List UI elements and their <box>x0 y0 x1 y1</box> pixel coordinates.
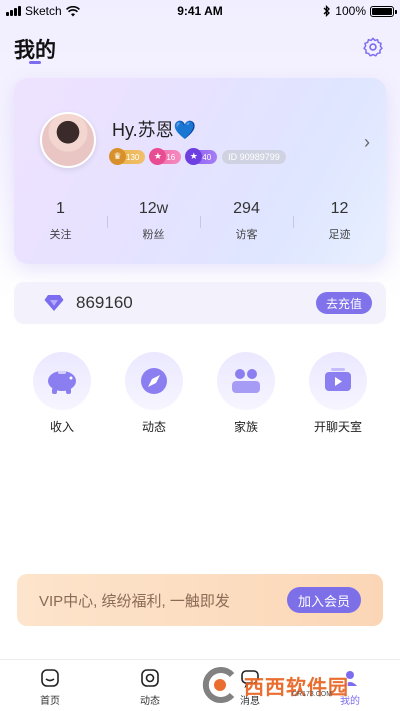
battery-icon <box>370 5 397 17</box>
diamond-balance: 869160 <box>76 293 133 312</box>
badge-value: 40 <box>202 152 212 162</box>
stat-fans[interactable]: 12w 粉丝 <box>107 200 200 242</box>
func-label: 收入 <box>49 420 74 434</box>
recharge-button[interactable]: 去充值 <box>315 292 372 314</box>
vip-level-badge: ★ 40 <box>185 148 218 165</box>
vip-text: VIP中心, 缤纷福利, 一触即发 <box>39 592 230 610</box>
income-entry[interactable]: 收入 <box>16 352 108 435</box>
star-icon: ★ <box>149 148 167 165</box>
tab-label: 首页 <box>40 696 60 707</box>
carrier-label: Sketch <box>25 4 62 18</box>
stat-footprints[interactable]: 12 足迹 <box>293 200 386 242</box>
join-vip-button[interactable]: 加入会员 <box>286 587 361 613</box>
username: Hy.苏恩💙 <box>112 120 197 140</box>
settings-gear-icon[interactable] <box>362 36 384 58</box>
open-chatroom-entry[interactable]: 开聊天室 <box>292 352 384 435</box>
stat-label: 访客 <box>235 229 258 241</box>
func-icon-bg <box>309 352 367 410</box>
crown-icon: ♛ <box>109 148 126 165</box>
stat-label: 关注 <box>49 229 72 241</box>
compass-icon <box>141 368 167 394</box>
stats-row: 1 关注 12w 粉丝 294 访客 12 足迹 <box>14 200 386 242</box>
tab-home[interactable]: 首页 <box>0 660 100 711</box>
signal-icon <box>6 6 21 16</box>
moments-icon <box>141 669 159 687</box>
stat-value: 1 <box>56 200 65 217</box>
wallet-bar: 869160 去充值 <box>14 282 386 324</box>
vip-banner[interactable]: VIP中心, 缤纷福利, 一触即发 加入会员 <box>17 574 383 626</box>
star-icon: ★ <box>185 148 203 165</box>
piggy-bank-icon <box>48 371 76 394</box>
func-icon-bg <box>125 352 183 410</box>
cr173-logo-icon <box>202 667 235 703</box>
status-left: Sketch <box>6 4 80 18</box>
wealth-level-badge: ♛ 130 <box>109 148 146 165</box>
wifi-icon <box>65 5 80 16</box>
watermark: 西西软件园 CR173.COM <box>200 664 390 706</box>
tab-moments[interactable]: 动态 <box>100 660 200 711</box>
stat-value: 12w <box>138 200 169 217</box>
battery-level <box>372 7 392 15</box>
title-indicator <box>29 61 41 64</box>
func-icon-bg <box>217 352 275 410</box>
badge-value: 130 <box>126 152 140 162</box>
chat-room-icon <box>325 368 351 391</box>
home-icon <box>41 669 59 687</box>
bluetooth-icon <box>323 5 331 17</box>
family-icon <box>232 369 260 393</box>
badge-row: ♛ 130 ★ 16 ★ 40 ID 90989799 <box>109 148 286 165</box>
battery-percent: 100% <box>335 4 366 18</box>
func-label: 开聊天室 <box>313 420 362 434</box>
tab-label: 动态 <box>140 696 160 707</box>
stat-value: 12 <box>330 200 349 217</box>
chevron-right-icon[interactable]: › <box>364 132 370 153</box>
func-label: 家族 <box>233 420 258 434</box>
status-bar: Sketch 9:41 AM 100% <box>0 0 400 22</box>
func-label: 动态 <box>141 420 166 434</box>
status-right: 100% <box>323 4 397 18</box>
profile-card[interactable]: Hy.苏恩💙 ♛ 130 ★ 16 ★ 40 ID 90989799 › 1 关… <box>14 78 386 264</box>
moments-entry[interactable]: 动态 <box>108 352 200 435</box>
diamond-icon <box>44 295 64 311</box>
badge-value: 16 <box>166 152 176 162</box>
function-grid: 收入 动态 家族 开聊天室 <box>16 352 384 435</box>
avatar[interactable] <box>40 112 96 168</box>
charm-level-badge: ★ 16 <box>149 148 182 165</box>
stat-value: 294 <box>233 200 260 217</box>
family-entry[interactable]: 家族 <box>200 352 292 435</box>
func-icon-bg <box>33 352 91 410</box>
user-id-pill: ID 90989799 <box>222 150 286 164</box>
stat-label: 粉丝 <box>142 229 165 241</box>
watermark-domain: CR173.COM <box>292 691 333 698</box>
stat-label: 足迹 <box>328 229 351 241</box>
stat-following[interactable]: 1 关注 <box>14 200 107 242</box>
stat-visitors[interactable]: 294 访客 <box>200 200 293 242</box>
page-title: 我的 <box>14 39 56 62</box>
